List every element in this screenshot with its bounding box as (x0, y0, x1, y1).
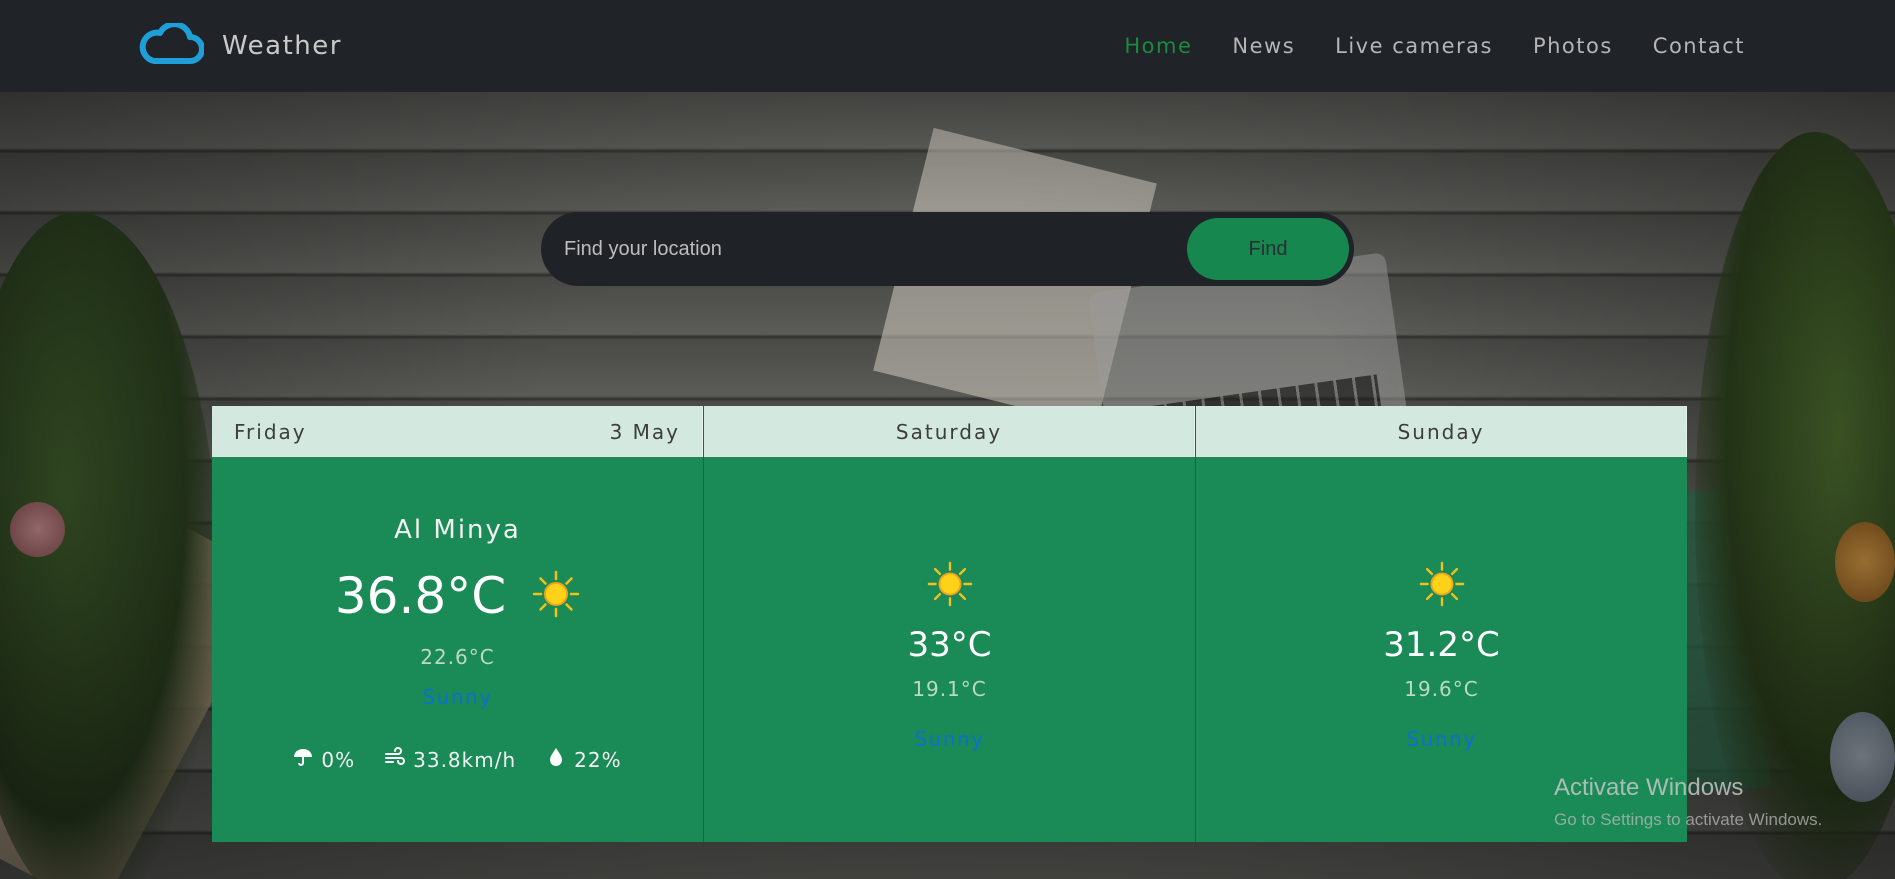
weather-stats: 0% 33.8km/h 22% (293, 747, 621, 772)
min-temp: 19.1°C (912, 677, 987, 701)
max-temp: 31.2°C (1383, 625, 1500, 665)
min-temp: 22.6°C (420, 645, 495, 669)
nav-live-cameras[interactable]: Live cameras (1335, 34, 1493, 58)
forecast-card-saturday: Saturday 33°C 19.1°C Sunny (704, 406, 1196, 842)
wind-stat: 33.8km/h (385, 747, 516, 772)
search-bar: Find (541, 212, 1354, 286)
condition-text: Sunny (422, 685, 493, 709)
humidity: 22% (574, 747, 622, 772)
sun-icon (927, 457, 973, 611)
city-name: Al Minya (394, 515, 521, 545)
condition-text: Sunny (914, 727, 985, 751)
card-body: 33°C 19.1°C Sunny (704, 457, 1195, 842)
sun-icon (532, 570, 580, 622)
date: 3 May (609, 419, 680, 444)
umbrella-icon (293, 747, 313, 772)
day-name: Friday (234, 419, 307, 444)
rain-chance: 0% (321, 747, 356, 772)
nav-contact[interactable]: Contact (1653, 34, 1745, 58)
activate-windows-watermark: Activate Windows Go to Settings to activ… (1554, 774, 1822, 830)
min-temp: 19.6°C (1404, 677, 1479, 701)
watermark-subtitle: Go to Settings to activate Windows. (1554, 810, 1823, 829)
navbar: Weather Home News Live cameras Photos Co… (0, 0, 1895, 92)
sun-icon (1419, 457, 1465, 611)
location-search-input[interactable] (564, 237, 1187, 261)
nav-photos[interactable]: Photos (1533, 34, 1613, 58)
forecast-card-today: Friday 3 May Al Minya 36.8°C 22.6°C Sunn… (212, 406, 704, 842)
max-temp: 33°C (907, 625, 992, 665)
wind-icon (385, 747, 406, 772)
card-body: Al Minya 36.8°C 22.6°C Sunny 0% 33.8km/h… (212, 457, 703, 842)
nav-news[interactable]: News (1232, 34, 1295, 58)
current-temp-row: 36.8°C (335, 567, 580, 625)
rain-stat: 0% (293, 747, 355, 772)
main-nav: Home News Live cameras Photos Contact (1124, 34, 1745, 58)
condition-text: Sunny (1406, 727, 1477, 751)
forecast-table: Friday 3 May Al Minya 36.8°C 22.6°C Sunn… (212, 406, 1687, 842)
brand[interactable]: Weather (138, 21, 342, 69)
brand-name: Weather (222, 31, 342, 61)
day-name: Saturday (895, 419, 1003, 444)
water-drop-icon (546, 747, 566, 772)
card-header: Sunday (1196, 406, 1687, 457)
humidity-stat: 22% (546, 747, 621, 772)
nav-home[interactable]: Home (1124, 34, 1192, 58)
cloud-logo-icon (138, 21, 205, 69)
watermark-title: Activate Windows (1554, 774, 1744, 801)
card-header: Saturday (704, 406, 1195, 457)
current-temp: 36.8°C (334, 567, 507, 625)
wind-speed: 33.8km/h (413, 747, 517, 772)
card-header: Friday 3 May (212, 406, 703, 457)
day-name: Sunday (1397, 419, 1485, 444)
find-button[interactable]: Find (1187, 218, 1349, 280)
